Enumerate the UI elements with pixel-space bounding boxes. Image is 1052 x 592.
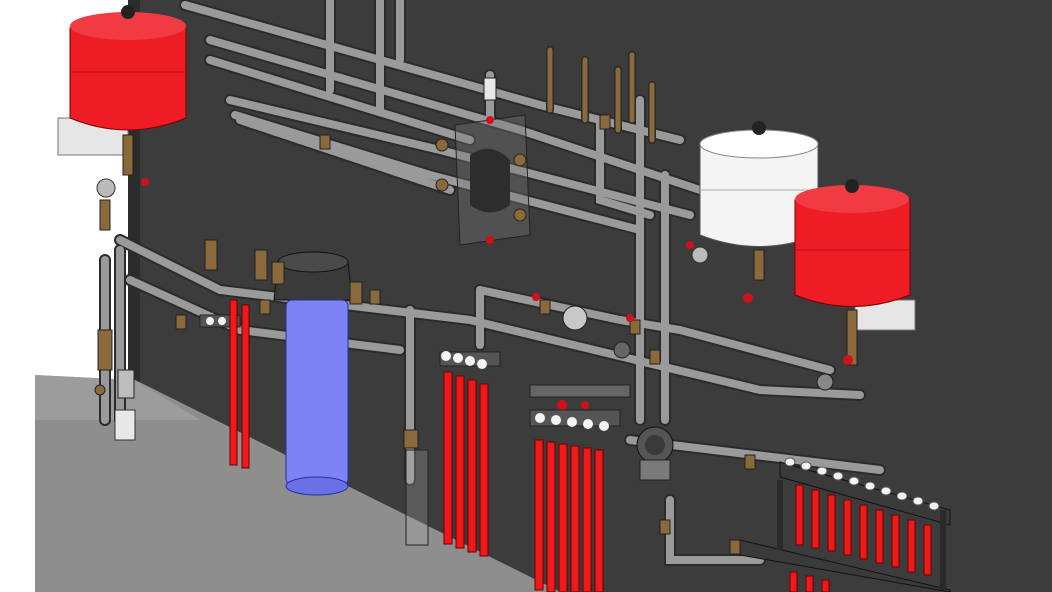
plumbing-render-svg (35, 0, 1052, 592)
plumbing-render (0, 0, 1052, 592)
water-filter-housing (271, 251, 363, 496)
